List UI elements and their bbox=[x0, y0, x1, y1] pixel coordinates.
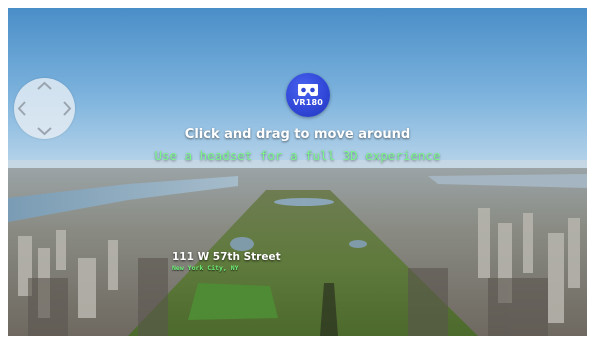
panorama-image[interactable] bbox=[8, 8, 587, 336]
vr-headset-icon bbox=[298, 84, 318, 96]
arrow-up-icon[interactable] bbox=[37, 81, 52, 90]
arrow-left-icon[interactable] bbox=[17, 101, 26, 116]
location-subtitle: New York City, NY bbox=[172, 264, 239, 272]
vr180-label: VR180 bbox=[292, 98, 324, 107]
drag-instruction: Click and drag to move around bbox=[184, 127, 411, 142]
vr-viewer[interactable]: VR180 Click and drag to move around Use … bbox=[8, 8, 587, 336]
headset-instruction: Use a headset for a full 3D experience bbox=[154, 148, 441, 163]
vr180-button[interactable]: VR180 bbox=[286, 73, 330, 117]
location-title: 111 W 57th Street bbox=[172, 251, 281, 263]
arrow-right-icon[interactable] bbox=[63, 101, 72, 116]
